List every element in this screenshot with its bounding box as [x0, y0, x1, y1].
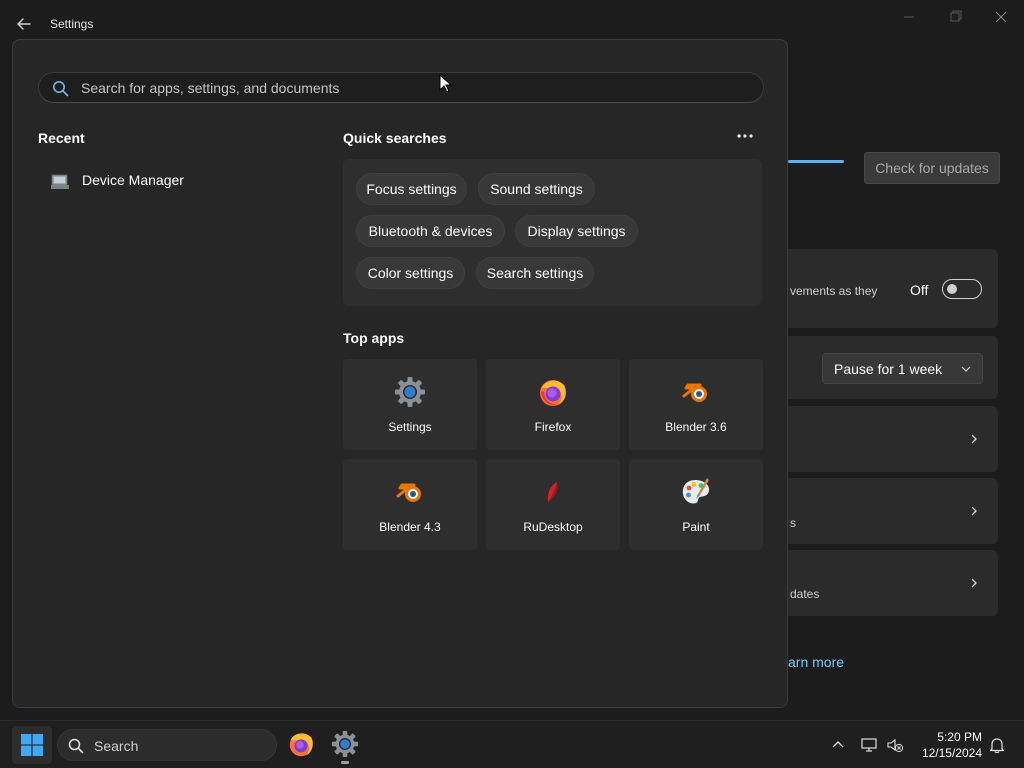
toggle-state-label: Off [910, 282, 929, 298]
settings-titlebar: Settings [0, 0, 1024, 40]
chevron-down-icon [961, 366, 971, 372]
back-arrow-icon[interactable] [14, 14, 34, 34]
clock-date: 12/15/2024 [921, 746, 982, 760]
network-icon[interactable] [860, 736, 878, 754]
pause-updates-dropdown[interactable]: Pause for 1 week [822, 353, 983, 384]
update-history-card[interactable] [788, 406, 998, 472]
insider-program-card[interactable]: dates [788, 550, 998, 616]
search-icon [68, 738, 84, 754]
app-label: RuDesktop [523, 520, 583, 534]
pause-updates-card: Pause for 1 week [788, 336, 998, 399]
search-box[interactable] [38, 72, 764, 103]
windows-logo-icon [21, 734, 43, 756]
pause-dropdown-value: Pause for 1 week [834, 360, 943, 377]
mouse-cursor-icon [439, 74, 453, 93]
app-label: Settings [388, 420, 432, 434]
app-tile-blender-4-3[interactable]: Blender 4.3 [343, 459, 477, 550]
chip-color-settings[interactable]: Color settings [356, 257, 465, 289]
learn-more-link[interactable]: arn more [788, 654, 844, 670]
volume-muted-icon[interactable] [886, 736, 904, 754]
settings-gear-icon [395, 377, 425, 407]
clock-time: 5:20 PM [937, 730, 982, 744]
advanced-options-card[interactable]: s [788, 478, 998, 544]
app-label: Paint [682, 520, 710, 534]
app-label: Firefox [534, 420, 572, 434]
top-apps-heading: Top apps [343, 330, 405, 346]
close-icon[interactable] [988, 7, 1014, 27]
chip-focus-settings[interactable]: Focus settings [356, 173, 467, 205]
quick-searches-panel: Focus settings Sound settings Bluetooth … [343, 159, 762, 306]
search-flyout: Recent Device Manager Quick searches Foc… [12, 39, 788, 708]
chevron-right-icon [971, 578, 977, 588]
chip-sound-settings[interactable]: Sound settings [478, 173, 595, 205]
minimize-icon[interactable] [896, 7, 922, 27]
blender-icon [396, 483, 421, 502]
card-description: vements as they [790, 284, 878, 298]
taskbar-clock[interactable]: 5:20 PM 12/15/2024 [914, 729, 982, 761]
firefox-icon [540, 380, 566, 406]
rudesktop-icon [547, 482, 558, 502]
search-icon [53, 81, 69, 97]
chevron-right-icon [971, 434, 977, 444]
chip-search-settings[interactable]: Search settings [476, 257, 594, 289]
get-latest-updates-card: vements as they Off [788, 249, 998, 328]
taskbar-search[interactable]: Search [57, 729, 277, 761]
taskbar-search-label: Search [94, 738, 139, 754]
update-progress-bar [788, 160, 844, 163]
blender-icon [682, 383, 707, 402]
chevron-up-icon[interactable] [830, 737, 846, 753]
card-description: s [790, 516, 796, 530]
search-input[interactable] [81, 73, 741, 102]
recent-item-label: Device Manager [82, 172, 184, 188]
chevron-right-icon [971, 506, 977, 516]
start-button[interactable] [12, 726, 52, 764]
app-label: Blender 3.6 [665, 420, 727, 434]
toggle-knob [947, 284, 957, 294]
taskbar: Search 5:20 PM 12/15/2024 [0, 720, 1024, 768]
restore-icon[interactable] [942, 7, 968, 27]
recent-heading: Recent [38, 130, 85, 146]
recent-item-device-manager[interactable]: Device Manager [46, 168, 306, 194]
chip-display-settings[interactable]: Display settings [515, 215, 638, 247]
notification-bell-icon[interactable] [988, 736, 1006, 754]
window-title: Settings [50, 17, 94, 31]
latest-updates-toggle[interactable] [942, 279, 982, 299]
paint-palette-icon [682, 478, 710, 504]
app-tile-paint[interactable]: Paint [629, 459, 763, 550]
app-label: Blender 4.3 [379, 520, 441, 534]
more-options-icon[interactable] [733, 128, 757, 144]
firefox-icon[interactable] [286, 729, 316, 759]
app-tile-rudesktop[interactable]: RuDesktop [486, 459, 620, 550]
active-app-indicator [341, 761, 349, 764]
device-manager-icon [51, 174, 69, 189]
app-tile-firefox[interactable]: Firefox [486, 359, 620, 450]
check-for-updates-button[interactable]: Check for updates [864, 152, 1000, 184]
settings-gear-icon[interactable] [330, 729, 360, 759]
chip-bluetooth-devices[interactable]: Bluetooth & devices [356, 215, 505, 247]
quick-searches-heading: Quick searches [343, 130, 447, 146]
app-tile-blender-3-6[interactable]: Blender 3.6 [629, 359, 763, 450]
card-description: dates [790, 587, 820, 601]
app-tile-settings[interactable]: Settings [343, 359, 477, 450]
